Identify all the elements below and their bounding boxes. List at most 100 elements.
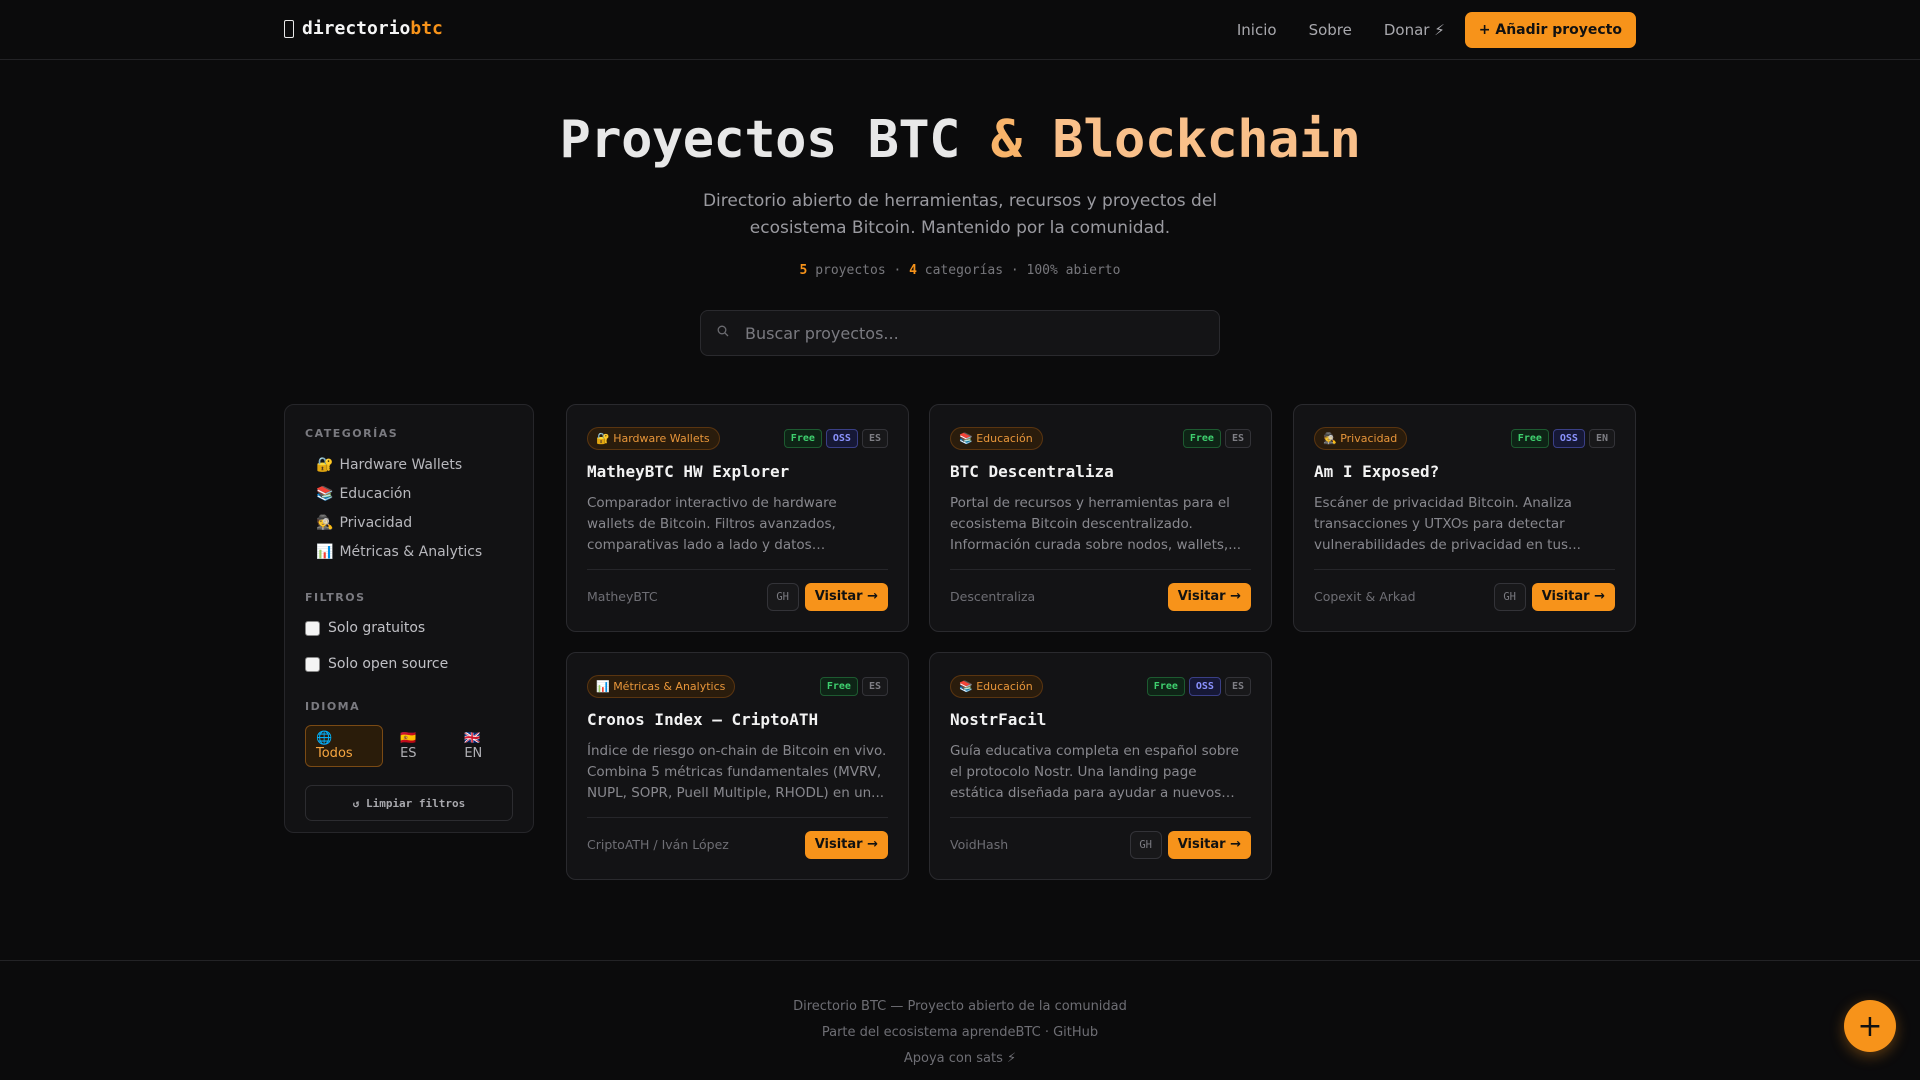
language-en-chip[interactable]: 🇬🇧 EN	[453, 725, 513, 767]
brand-suffix: btc	[410, 18, 443, 39]
open-source-label: Solo open source	[328, 656, 449, 672]
books-icon: 📚	[316, 486, 334, 502]
card-title: Am I Exposed?	[1314, 462, 1440, 481]
sidebar-item-privacidad[interactable]: 🕵️ Privacidad	[305, 510, 513, 536]
visit-button[interactable]: Visitar →	[804, 830, 888, 859]
card-title: NostrFacil	[950, 710, 1047, 729]
visit-button[interactable]: Visitar →	[804, 582, 888, 611]
chart-icon: 📊	[316, 544, 334, 560]
card-author: Descentraliza	[950, 589, 1036, 604]
category-badge[interactable]: 📚 Educación	[950, 426, 1043, 450]
add-project-button[interactable]: + Añadir proyecto	[1464, 12, 1636, 48]
stats-line: 5 proyectos · 4 categorías · 100% abiert…	[0, 263, 1920, 278]
add-project-fab[interactable]: +	[1844, 1000, 1896, 1052]
search-input[interactable]	[745, 323, 1205, 343]
categories-label: categorías · 100% abierto	[916, 263, 1121, 278]
sidebar-item-hardware-wallets[interactable]: 🔐 Hardware Wallets	[305, 452, 513, 478]
free-tag: Free	[1182, 428, 1221, 448]
oss-tag: OSS	[1552, 428, 1585, 448]
card-title: MatheyBTC HW Explorer	[587, 462, 790, 481]
nav-link-sobre[interactable]: Sobre	[1309, 13, 1352, 47]
language-tag: ES	[1224, 676, 1251, 696]
sidebar-item-label: Educación	[339, 486, 412, 502]
open-source-checkbox[interactable]	[305, 656, 320, 672]
sidebar-item-educacion[interactable]: 📚 Educación	[305, 481, 513, 507]
free-tag: Free	[1146, 676, 1185, 696]
top-nav: directoriobtc Inicio Sobre Donar ⚡ + Aña…	[0, 0, 1920, 60]
projects-label: proyectos ·	[807, 263, 910, 278]
language-all-chip[interactable]: 🌐 Todos	[305, 725, 384, 767]
github-button[interactable]: GH	[1493, 582, 1526, 611]
category-badge[interactable]: 🔐 Hardware Wallets	[587, 426, 720, 450]
free-only-checkbox[interactable]	[305, 620, 320, 636]
brand-name: directorio	[302, 18, 411, 39]
title-part1: Proyectos BTC	[559, 110, 991, 170]
free-tag: Free	[1510, 428, 1549, 448]
title-accent: Blockchain	[1021, 110, 1361, 170]
nav-link-inicio[interactable]: Inicio	[1237, 13, 1277, 47]
page-subtitle: Directorio abierto de herramientas, recu…	[702, 191, 1218, 238]
search-box	[700, 310, 1220, 356]
language-heading: IDIOMA	[305, 700, 361, 713]
category-badge[interactable]: 🕵️ Privacidad	[1314, 426, 1408, 450]
category-badge[interactable]: 📚 Educación	[950, 674, 1043, 698]
lock-icon: 🔐	[316, 457, 334, 473]
visit-button[interactable]: Visitar →	[1167, 830, 1251, 859]
filters-heading: FILTROS	[305, 591, 366, 604]
card-title: Cronos Index — CriptoATH	[587, 710, 819, 729]
card-author: Copexit & Arkad	[1314, 589, 1416, 604]
search-icon	[717, 325, 731, 341]
github-button[interactable]: GH	[766, 582, 799, 611]
detective-icon: 🕵️	[316, 515, 334, 531]
visit-button[interactable]: Visitar →	[1531, 582, 1615, 611]
clear-filters-button[interactable]: ↺ Limpiar filtros	[305, 785, 513, 821]
card-title: BTC Descentraliza	[950, 462, 1114, 481]
sidebar-item-label: Hardware Wallets	[339, 457, 463, 473]
page-footer: Directorio BTC — Proyecto abierto de la …	[0, 960, 1920, 1080]
nav-link-donar[interactable]: Donar ⚡	[1384, 13, 1445, 47]
footer-credits: Directorio BTC — Proyecto abierto de la …	[793, 999, 1127, 1014]
wallet-icon	[284, 19, 294, 38]
sidebar-item-label: Privacidad	[339, 515, 413, 531]
project-card: 📚 Educación Free OSS ES NostrFacil Guía …	[929, 652, 1272, 880]
sidebar-item-metricas[interactable]: 📊 Métricas & Analytics	[305, 539, 513, 565]
oss-tag: OSS	[1188, 676, 1221, 696]
project-card: 📊 Métricas & Analytics Free ES Cronos In…	[566, 652, 909, 880]
categories-heading: CATEGORÍAS	[305, 427, 399, 440]
project-card: 🕵️ Privacidad Free OSS EN Am I Exposed? …	[1293, 404, 1636, 632]
title-ampersand: &	[990, 110, 1022, 170]
project-card: 🔐 Hardware Wallets Free OSS ES MatheyBTC…	[566, 404, 909, 632]
free-only-filter[interactable]: Solo gratuitos	[305, 610, 513, 646]
sidebar-item-label: Métricas & Analytics	[339, 544, 483, 560]
language-tag: EN	[1588, 428, 1615, 448]
category-badge[interactable]: 📊 Métricas & Analytics	[587, 674, 736, 698]
card-description: Guía educativa completa en español sobre…	[950, 743, 1239, 801]
card-description: Comparador interactivo de hardware walle…	[587, 495, 837, 553]
categories-count: 4	[909, 263, 917, 278]
language-tag: ES	[1224, 428, 1251, 448]
card-description: Índice de riesgo on-chain de Bitcoin en …	[587, 743, 887, 801]
open-source-filter[interactable]: Solo open source	[305, 646, 513, 682]
nav-links: Inicio Sobre Donar ⚡ + Añadir proyecto	[1237, 12, 1636, 48]
card-author: VoidHash	[950, 837, 1009, 852]
filters-sidebar: CATEGORÍAS 🔐 Hardware Wallets 📚 Educación …	[284, 404, 534, 833]
card-description: Escáner de privacidad Bitcoin. Analiza t…	[1314, 495, 1581, 553]
free-tag: Free	[783, 428, 822, 448]
card-author: CriptoATH / Iván López	[587, 837, 729, 852]
oss-tag: OSS	[825, 428, 858, 448]
language-tag: ES	[861, 428, 888, 448]
language-selector: 🌐 Todos 🇪🇸 ES 🇬🇧 EN	[305, 725, 513, 767]
language-tag: ES	[861, 676, 888, 696]
brand-logo[interactable]: directoriobtc	[284, 18, 443, 39]
project-card: 📚 Educación Free ES BTC Descentraliza Po…	[929, 404, 1272, 632]
free-tag: Free	[819, 676, 858, 696]
card-description: Portal de recursos y herramientas para e…	[950, 495, 1242, 553]
visit-button[interactable]: Visitar →	[1167, 582, 1251, 611]
footer-donate-link[interactable]: Apoya con sats ⚡	[0, 1046, 1920, 1072]
github-button[interactable]: GH	[1129, 830, 1162, 859]
free-only-label: Solo gratuitos	[328, 620, 426, 636]
card-author: MatheyBTC	[587, 589, 658, 604]
footer-ecosystem-link[interactable]: Parte del ecosistema aprendeBTC · GitHub	[0, 1020, 1920, 1046]
page-title: Proyectos BTC & Blockchain	[0, 110, 1920, 170]
language-es-chip[interactable]: 🇪🇸 ES	[389, 725, 447, 767]
